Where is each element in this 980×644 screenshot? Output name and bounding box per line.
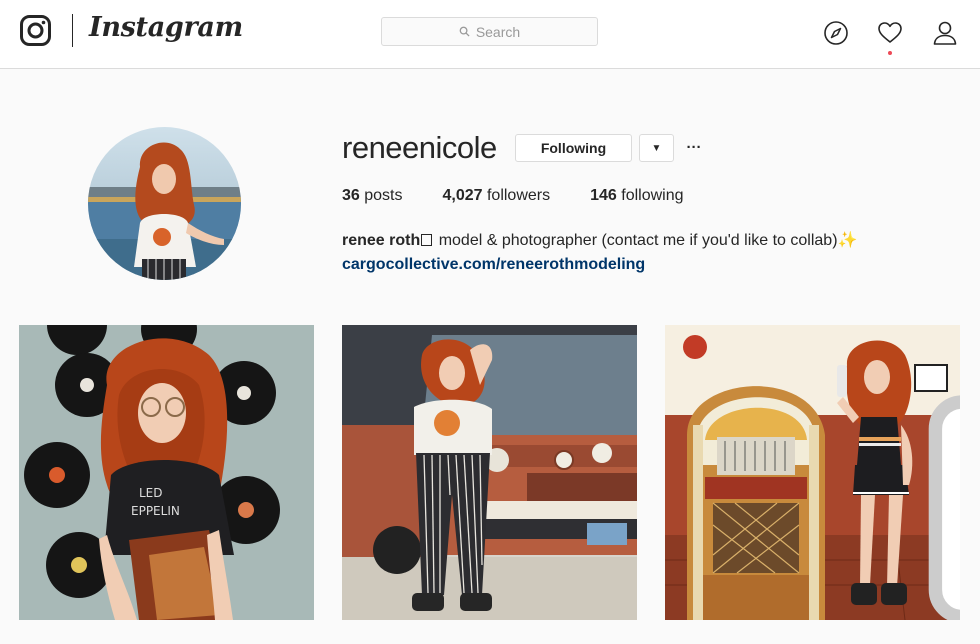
bio-full-name: renee roth <box>342 232 421 249</box>
post-tile-1[interactable]: LED EPPELIN <box>19 325 314 620</box>
instagram-glyph-icon[interactable] <box>20 15 51 46</box>
records-wall-photo: LED EPPELIN <box>19 325 314 620</box>
svg-text:LED: LED <box>139 486 163 500</box>
bio-website-link[interactable]: cargocollective.com/reneerothmodeling <box>342 253 857 277</box>
posts-label: posts <box>359 187 403 204</box>
profile-username: reneenicole <box>342 130 497 165</box>
sparkles-icon: ✨ <box>837 232 858 249</box>
posts-stat: 36 posts <box>342 187 402 205</box>
compass-icon[interactable] <box>823 20 849 46</box>
following-label: following <box>616 187 684 204</box>
profile-avatar[interactable] <box>88 127 241 280</box>
heart-icon[interactable] <box>877 20 903 46</box>
multiple-photos-icon <box>922 335 960 620</box>
more-options-icon[interactable]: ··· <box>684 136 704 158</box>
profile-stats: 36 posts 4,027 followers 146 following <box>342 187 724 205</box>
profile-bio: renee roth model & photographer (contact… <box>342 229 857 277</box>
search-placeholder: Search <box>475 23 521 40</box>
bio-text: model & photographer (contact me if you'… <box>434 232 838 249</box>
search-icon <box>459 26 470 37</box>
following-stat[interactable]: 146 following <box>590 187 683 205</box>
caret-down-icon: ▼ <box>651 142 662 154</box>
post-tile-3[interactable] <box>665 325 960 620</box>
search-input[interactable]: Search <box>381 17 598 46</box>
followers-label: followers <box>482 187 551 204</box>
post-tile-2[interactable] <box>342 325 637 620</box>
posts-count: 36 <box>342 187 360 204</box>
unsupported-glyph-box <box>421 234 433 246</box>
notification-dot <box>888 51 892 55</box>
jukebox-photo <box>665 325 960 620</box>
followers-stat[interactable]: 4,027 followers <box>442 187 550 205</box>
person-icon[interactable] <box>932 20 958 46</box>
followers-count: 4,027 <box>442 187 483 204</box>
following-count: 146 <box>590 187 617 204</box>
suggestions-dropdown-button[interactable]: ▼ <box>639 134 674 162</box>
logo-divider <box>72 14 73 47</box>
instagram-wordmark[interactable]: Instagram <box>89 12 243 43</box>
top-nav: Instagram Search <box>0 0 980 69</box>
svg-text:EPPELIN: EPPELIN <box>131 504 180 518</box>
following-button[interactable]: Following <box>515 134 632 162</box>
van-photo <box>342 325 637 620</box>
